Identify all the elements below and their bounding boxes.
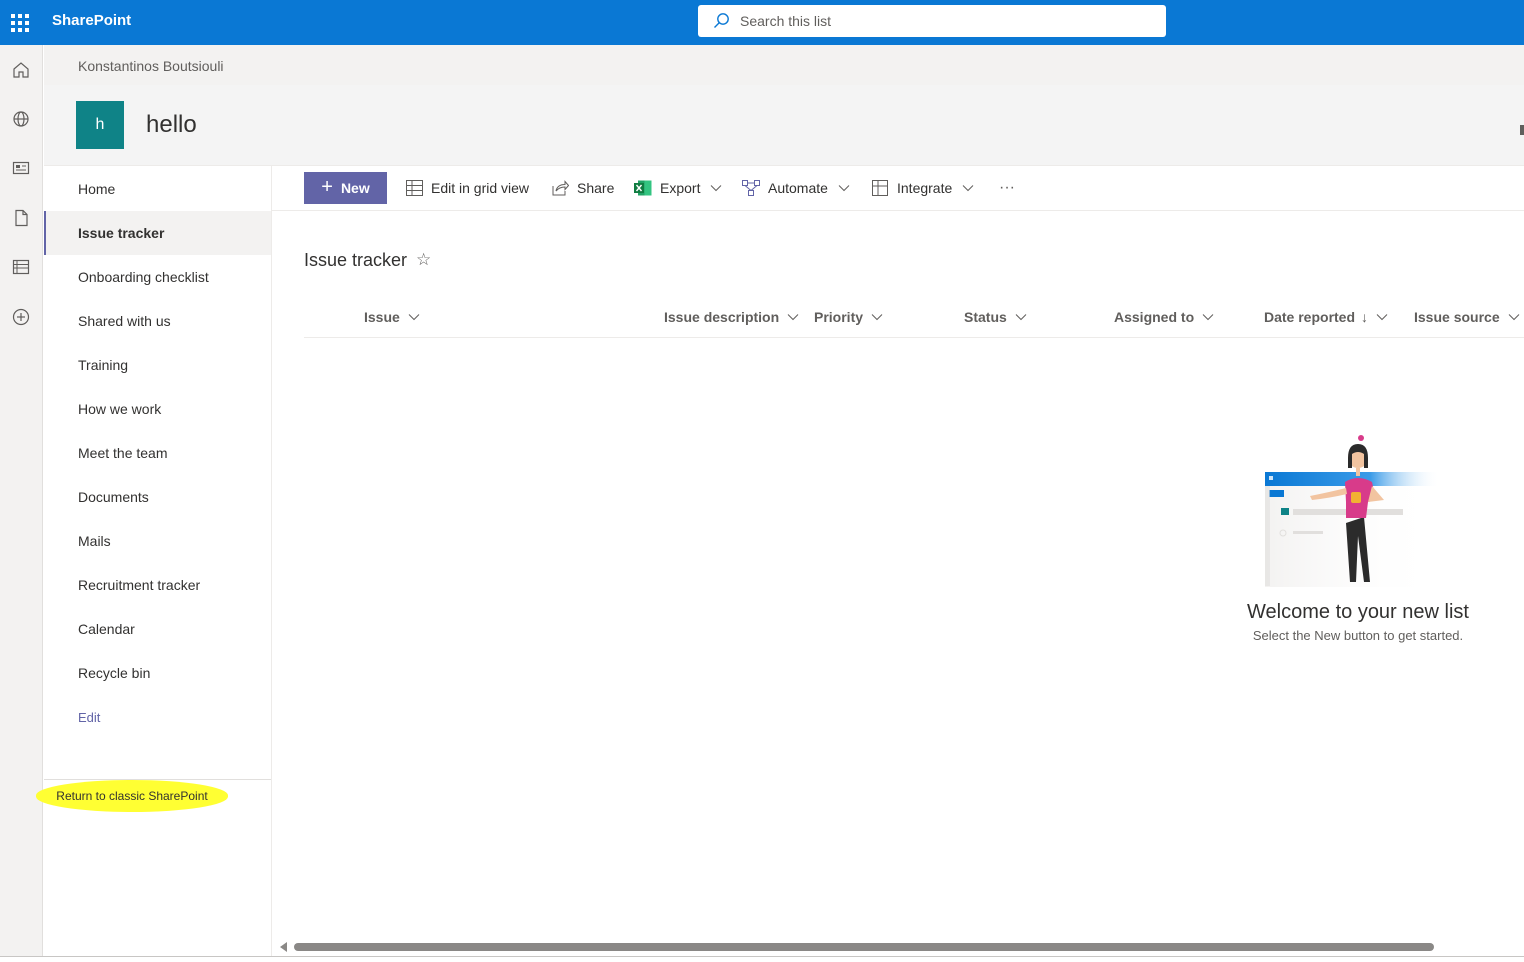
column-label: Issue bbox=[364, 308, 400, 325]
command-bar: + New Edit in grid view Share Export Aut… bbox=[272, 166, 1524, 211]
column-header-issue-source[interactable]: Issue source bbox=[1414, 295, 1520, 338]
chevron-down-icon bbox=[838, 184, 850, 192]
list-title: Issue tracker bbox=[304, 250, 408, 270]
brand-name[interactable]: SharePoint bbox=[52, 12, 131, 29]
column-label: Date reported bbox=[1264, 308, 1356, 325]
nav-item-issue-tracker[interactable]: Issue tracker bbox=[44, 211, 271, 255]
site-title[interactable]: hello bbox=[146, 111, 197, 139]
site-logo[interactable]: h bbox=[76, 101, 124, 149]
chevron-down-icon bbox=[787, 313, 799, 321]
scrollbar-thumb[interactable] bbox=[294, 943, 1434, 951]
nav-edit-link[interactable]: Edit bbox=[44, 695, 271, 739]
new-button-label: New bbox=[340, 180, 370, 196]
window-bottom-edge bbox=[0, 956, 1524, 962]
automate-icon bbox=[742, 180, 760, 196]
column-label: Status bbox=[964, 308, 1007, 325]
new-button[interactable]: + New bbox=[304, 172, 387, 204]
nav-item-home[interactable]: Home bbox=[44, 167, 271, 211]
news-icon[interactable] bbox=[11, 158, 31, 178]
share-button[interactable]: Share bbox=[552, 172, 614, 204]
breadcrumb: Konstantinos Boutsiouli bbox=[44, 45, 1524, 85]
horizontal-scrollbar[interactable] bbox=[272, 938, 1524, 956]
edge-marker bbox=[1520, 125, 1524, 135]
column-label: Assigned to bbox=[1114, 308, 1195, 325]
excel-icon bbox=[634, 180, 652, 196]
integrate-label: Integrate bbox=[897, 180, 953, 196]
edit-grid-view-button[interactable]: Edit in grid view bbox=[406, 172, 529, 204]
integrate-button[interactable]: Integrate bbox=[872, 172, 974, 204]
edit-grid-view-label: Edit in grid view bbox=[431, 180, 530, 196]
chevron-down-icon bbox=[1015, 313, 1027, 321]
app-launcher-icon[interactable] bbox=[0, 0, 40, 45]
chevron-down-icon bbox=[1376, 313, 1388, 321]
share-icon bbox=[552, 180, 569, 196]
column-header-issue-description[interactable]: Issue description bbox=[664, 295, 799, 338]
export-label: Export bbox=[660, 180, 701, 196]
search-box[interactable]: Search this list bbox=[698, 5, 1166, 37]
nav-item-onboarding-checklist[interactable]: Onboarding checklist bbox=[44, 255, 271, 299]
nav-item-training[interactable]: Training bbox=[44, 343, 271, 387]
column-header-issue[interactable]: Issue bbox=[364, 295, 420, 338]
chevron-down-icon bbox=[1202, 313, 1214, 321]
suite-bar: SharePoint Search this list bbox=[0, 0, 1524, 45]
column-header-priority[interactable]: Priority bbox=[814, 295, 883, 338]
automate-button[interactable]: Automate bbox=[742, 172, 850, 204]
nav-item-recruitment-tracker[interactable]: Recruitment tracker bbox=[44, 563, 271, 607]
nav-item-shared-with-us[interactable]: Shared with us bbox=[44, 299, 271, 343]
document-icon[interactable] bbox=[11, 208, 31, 228]
column-header-status[interactable]: Status bbox=[964, 295, 1027, 338]
share-label: Share bbox=[577, 180, 615, 196]
search-icon bbox=[714, 13, 729, 28]
column-header-assigned-to[interactable]: Assigned to bbox=[1114, 295, 1214, 338]
export-button[interactable]: Export bbox=[634, 172, 722, 204]
plus-icon: + bbox=[321, 175, 333, 198]
return-to-classic-link[interactable]: Return to classic SharePoint bbox=[36, 780, 228, 812]
site-header: h hello bbox=[44, 85, 1524, 166]
chevron-down-icon bbox=[710, 184, 722, 192]
integrate-icon bbox=[872, 180, 889, 196]
nav-item-documents[interactable]: Documents bbox=[44, 475, 271, 519]
chevron-down-icon bbox=[408, 313, 420, 321]
chevron-down-icon bbox=[1508, 313, 1520, 321]
automate-label: Automate bbox=[768, 180, 828, 196]
grid-icon bbox=[406, 180, 423, 196]
home-icon[interactable] bbox=[11, 60, 31, 80]
scroll-left-arrow-icon[interactable] bbox=[280, 942, 287, 952]
nav-item-calendar[interactable]: Calendar bbox=[44, 607, 271, 651]
empty-list-illustration bbox=[1265, 435, 1440, 587]
nav-item-mails[interactable]: Mails bbox=[44, 519, 271, 563]
nav-item-meet-the-team[interactable]: Meet the team bbox=[44, 431, 271, 475]
left-navigation: Home Issue tracker Onboarding checklist … bbox=[36, 166, 272, 956]
breadcrumb-owner[interactable]: Konstantinos Boutsiouli bbox=[78, 58, 224, 74]
chevron-down-icon bbox=[962, 184, 974, 192]
globe-icon[interactable] bbox=[11, 109, 31, 129]
column-headers: Issue Issue description Priority Status … bbox=[304, 295, 1524, 338]
column-label: Priority bbox=[814, 308, 864, 325]
empty-state-subtitle: Select the New button to get started. bbox=[1252, 628, 1464, 643]
sort-descending-icon: ↓ bbox=[1361, 308, 1369, 325]
nav-item-how-we-work[interactable]: How we work bbox=[44, 387, 271, 431]
list-icon[interactable] bbox=[11, 257, 31, 277]
more-options-button[interactable]: ··· bbox=[999, 172, 1015, 204]
column-label: Issue source bbox=[1414, 308, 1500, 325]
chevron-down-icon bbox=[871, 313, 883, 321]
search-placeholder: Search this list bbox=[740, 13, 832, 29]
add-icon[interactable] bbox=[11, 307, 31, 327]
column-header-date-reported[interactable]: Date reported ↓ bbox=[1264, 295, 1388, 338]
favorite-star-icon[interactable]: ☆ bbox=[416, 250, 431, 270]
column-label: Issue description bbox=[664, 308, 780, 325]
app-bar bbox=[0, 45, 43, 962]
nav-item-recycle-bin[interactable]: Recycle bin bbox=[44, 651, 271, 695]
empty-state-title: Welcome to your new list bbox=[1247, 601, 1469, 623]
